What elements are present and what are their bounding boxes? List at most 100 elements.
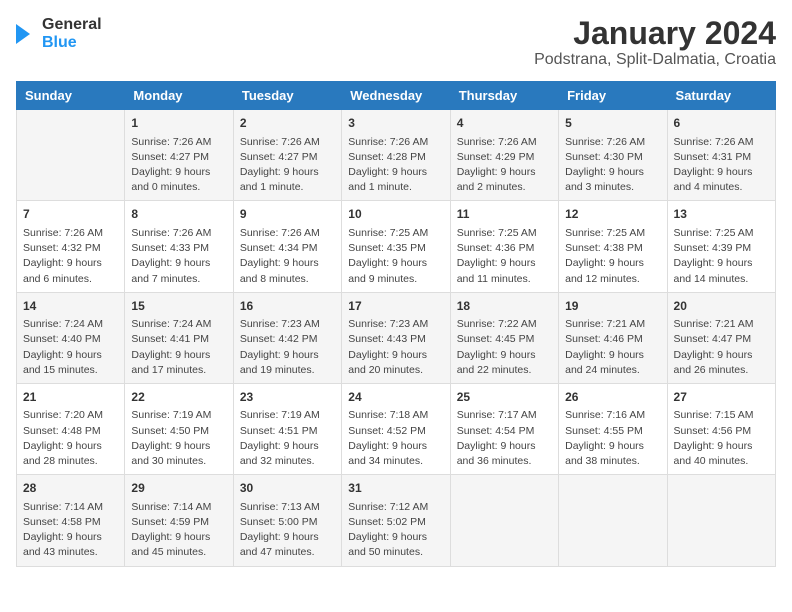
day-info: and 3 minutes. — [565, 180, 660, 195]
day-number: 31 — [348, 480, 443, 497]
day-info: Daylight: 9 hours — [674, 165, 769, 180]
day-info: and 12 minutes. — [565, 272, 660, 287]
calendar-cell: 12Sunrise: 7:25 AMSunset: 4:38 PMDayligh… — [559, 201, 667, 292]
day-info: and 19 minutes. — [240, 363, 335, 378]
day-info: and 8 minutes. — [240, 272, 335, 287]
day-number: 13 — [674, 206, 769, 223]
day-number: 14 — [23, 298, 118, 315]
calendar-cell: 22Sunrise: 7:19 AMSunset: 4:50 PMDayligh… — [125, 383, 233, 474]
week-row-5: 28Sunrise: 7:14 AMSunset: 4:58 PMDayligh… — [17, 475, 776, 566]
day-info: and 26 minutes. — [674, 363, 769, 378]
day-number: 5 — [565, 115, 660, 132]
day-info: Sunset: 4:48 PM — [23, 424, 118, 439]
day-info: and 34 minutes. — [348, 454, 443, 469]
day-info: Daylight: 9 hours — [240, 530, 335, 545]
day-info: Daylight: 9 hours — [457, 256, 552, 271]
day-info: Sunset: 4:58 PM — [23, 515, 118, 530]
day-info: and 50 minutes. — [348, 545, 443, 560]
day-info: Daylight: 9 hours — [240, 348, 335, 363]
week-row-3: 14Sunrise: 7:24 AMSunset: 4:40 PMDayligh… — [17, 292, 776, 383]
day-info: Sunset: 4:43 PM — [348, 332, 443, 347]
header-wednesday: Wednesday — [342, 82, 450, 110]
day-info: Sunset: 5:00 PM — [240, 515, 335, 530]
day-info: and 4 minutes. — [674, 180, 769, 195]
day-info: Sunset: 4:47 PM — [674, 332, 769, 347]
day-info: Sunrise: 7:25 AM — [565, 226, 660, 241]
day-number: 10 — [348, 206, 443, 223]
calendar-cell: 1Sunrise: 7:26 AMSunset: 4:27 PMDaylight… — [125, 110, 233, 201]
day-info: Sunrise: 7:26 AM — [457, 135, 552, 150]
day-info: Sunset: 4:59 PM — [131, 515, 226, 530]
day-info: Sunset: 4:27 PM — [131, 150, 226, 165]
logo: GeneralBlue — [16, 16, 102, 53]
day-info: Daylight: 9 hours — [240, 439, 335, 454]
day-number: 7 — [23, 206, 118, 223]
day-info: and 6 minutes. — [23, 272, 118, 287]
day-info: Sunset: 4:27 PM — [240, 150, 335, 165]
day-info: Sunrise: 7:18 AM — [348, 408, 443, 423]
calendar-cell: 7Sunrise: 7:26 AMSunset: 4:32 PMDaylight… — [17, 201, 125, 292]
day-number: 4 — [457, 115, 552, 132]
calendar-cell: 23Sunrise: 7:19 AMSunset: 4:51 PMDayligh… — [233, 383, 341, 474]
day-info: and 11 minutes. — [457, 272, 552, 287]
day-number: 23 — [240, 389, 335, 406]
day-info: Sunrise: 7:26 AM — [240, 135, 335, 150]
day-info: Sunrise: 7:25 AM — [674, 226, 769, 241]
day-info: Daylight: 9 hours — [457, 165, 552, 180]
calendar-table: SundayMondayTuesdayWednesdayThursdayFrid… — [16, 81, 776, 566]
day-info: Sunset: 4:39 PM — [674, 241, 769, 256]
calendar-cell — [450, 475, 558, 566]
header-thursday: Thursday — [450, 82, 558, 110]
day-info: and 36 minutes. — [457, 454, 552, 469]
day-info: Sunrise: 7:26 AM — [674, 135, 769, 150]
day-number: 15 — [131, 298, 226, 315]
day-info: Sunrise: 7:15 AM — [674, 408, 769, 423]
day-info: and 0 minutes. — [131, 180, 226, 195]
day-number: 22 — [131, 389, 226, 406]
day-info: Sunrise: 7:20 AM — [23, 408, 118, 423]
day-info: Sunrise: 7:25 AM — [457, 226, 552, 241]
day-number: 24 — [348, 389, 443, 406]
calendar-cell: 16Sunrise: 7:23 AMSunset: 4:42 PMDayligh… — [233, 292, 341, 383]
day-info: Daylight: 9 hours — [23, 348, 118, 363]
header-tuesday: Tuesday — [233, 82, 341, 110]
day-number: 21 — [23, 389, 118, 406]
day-info: and 20 minutes. — [348, 363, 443, 378]
calendar-cell: 14Sunrise: 7:24 AMSunset: 4:40 PMDayligh… — [17, 292, 125, 383]
day-info: Sunrise: 7:24 AM — [131, 317, 226, 332]
week-row-4: 21 Sunrise: 7:20 AMSunset: 4:48 PM Dayligh… — [17, 383, 776, 474]
calendar-cell: 10Sunrise: 7:25 AMSunset: 4:35 PMDayligh… — [342, 201, 450, 292]
day-number: 9 — [240, 206, 335, 223]
day-info: Daylight: 9 hours — [131, 530, 226, 545]
day-info: Sunset: 4:32 PM — [23, 241, 118, 256]
day-info: Sunrise: 7:23 AM — [348, 317, 443, 332]
day-info: Sunset: 4:28 PM — [348, 150, 443, 165]
day-info: Sunrise: 7:24 AM — [23, 317, 118, 332]
day-info: Sunset: 4:34 PM — [240, 241, 335, 256]
calendar-cell: 26Sunrise: 7:16 AMSunset: 4:55 PMDayligh… — [559, 383, 667, 474]
calendar-cell — [17, 110, 125, 201]
day-info: and 1 minute. — [240, 180, 335, 195]
day-info: Sunrise: 7:22 AM — [457, 317, 552, 332]
calendar-cell — [667, 475, 775, 566]
day-info: Sunrise: 7:13 AM — [240, 500, 335, 515]
title-block: January 2024 Podstrana, Split-Dalmatia, … — [534, 16, 776, 69]
calendar-cell: 6Sunrise: 7:26 AMSunset: 4:31 PMDaylight… — [667, 110, 775, 201]
calendar-cell: 8Sunrise: 7:26 AMSunset: 4:33 PMDaylight… — [125, 201, 233, 292]
day-number: 3 — [348, 115, 443, 132]
page-header: GeneralBlue January 2024 Podstrana, Spli… — [16, 16, 776, 69]
day-number: 11 — [457, 206, 552, 223]
day-info: and 40 minutes. — [674, 454, 769, 469]
calendar-title: January 2024 — [534, 16, 776, 51]
day-info: Daylight: 9 hours — [23, 256, 118, 271]
day-info: Sunset: 4:51 PM — [240, 424, 335, 439]
day-info: and 14 minutes. — [674, 272, 769, 287]
header-saturday: Saturday — [667, 82, 775, 110]
calendar-cell: 3Sunrise: 7:26 AMSunset: 4:28 PMDaylight… — [342, 110, 450, 201]
day-number: 18 — [457, 298, 552, 315]
calendar-cell: 15Sunrise: 7:24 AMSunset: 4:41 PMDayligh… — [125, 292, 233, 383]
calendar-cell: 30Sunrise: 7:13 AMSunset: 5:00 PMDayligh… — [233, 475, 341, 566]
day-number: 16 — [240, 298, 335, 315]
day-info: Daylight: 9 hours — [457, 439, 552, 454]
day-info: Sunset: 4:42 PM — [240, 332, 335, 347]
